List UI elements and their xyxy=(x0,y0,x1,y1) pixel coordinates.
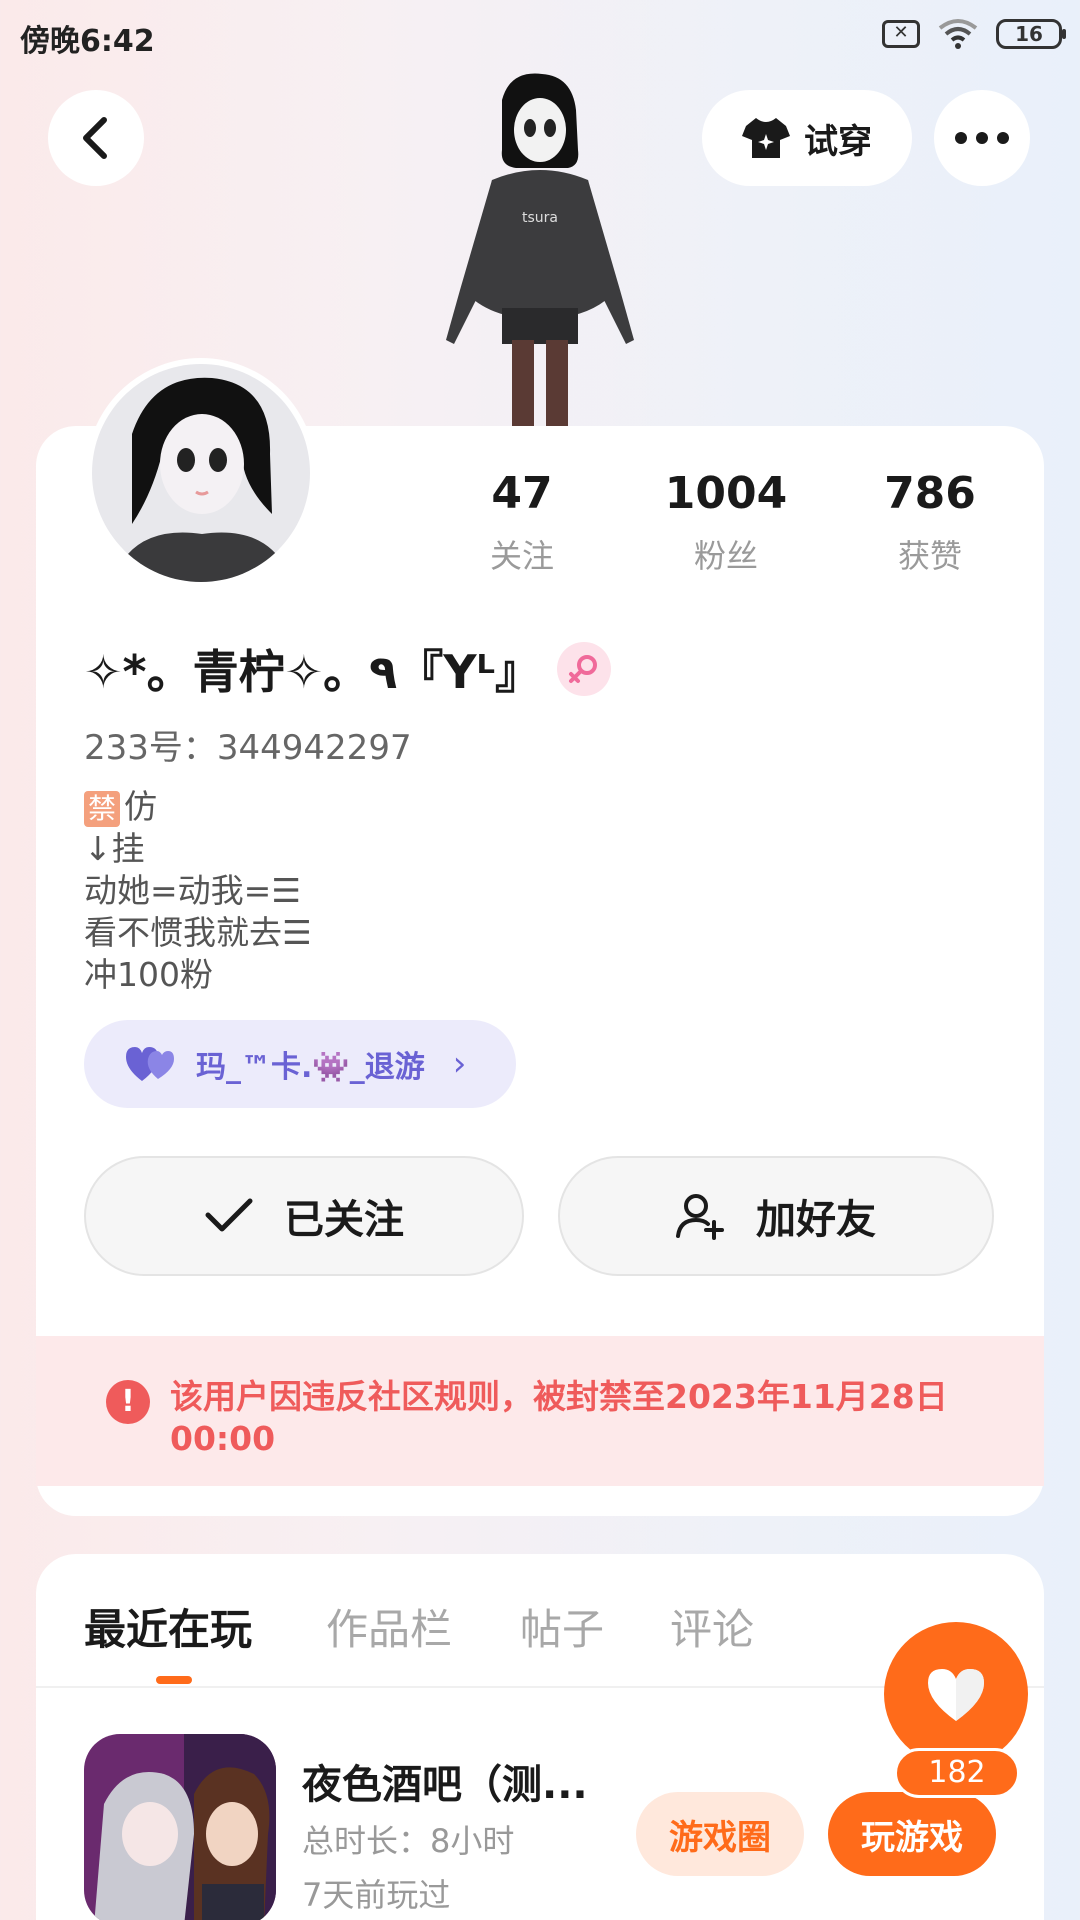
nickname-row: ✧*。青柠✧。٩『Yᴸ』 xyxy=(84,636,612,702)
alert-icon: ! xyxy=(106,1380,150,1424)
likes-label: 获赞 xyxy=(897,537,962,575)
bio-line-3: 动她=动我=☰ xyxy=(84,871,301,910)
checkmark-icon xyxy=(205,1198,253,1232)
like-button[interactable] xyxy=(884,1622,1028,1766)
ban-notice: ! 该用户因违反社区规则，被封禁至2023年11月28日 00:00 xyxy=(36,1336,1044,1486)
add-friend-label: 加好友 xyxy=(756,1197,876,1243)
battery-level: 16 xyxy=(1015,22,1043,46)
nickname: ✧*。青柠✧。٩『Yᴸ』 xyxy=(84,645,542,699)
cp-relation-chip[interactable]: 玛_™卡.👾_退游 › xyxy=(84,1020,516,1108)
game-circle-button[interactable]: 游戏圈 xyxy=(636,1792,804,1876)
female-gender-icon xyxy=(557,642,612,696)
bio-line-5: 冲100粉 xyxy=(84,955,213,994)
likes-count: 786 xyxy=(884,468,976,519)
add-user-icon xyxy=(676,1194,724,1240)
battery-icon: 16 xyxy=(996,19,1066,49)
no-sim-icon: ✕ xyxy=(882,20,920,48)
game-cover-image xyxy=(84,1734,276,1920)
bio-line-2: ↓挂 xyxy=(84,829,145,868)
tab-comments[interactable]: 评论 xyxy=(670,1596,754,1657)
bio-line-4: 看不惯我就去☰ xyxy=(84,913,312,952)
double-heart-icon xyxy=(126,1047,174,1081)
tab-recently-played[interactable]: 最近在玩 xyxy=(84,1596,252,1657)
tab-posts[interactable]: 帖子 xyxy=(520,1596,604,1657)
tab-works[interactable]: 作品栏 xyxy=(326,1596,452,1657)
following-label: 关注 xyxy=(489,537,554,575)
game-icon[interactable] xyxy=(84,1734,276,1920)
avatar-figure: tsura xyxy=(446,73,634,430)
ban-tag: 禁 xyxy=(84,791,121,827)
followers-label: 粉丝 xyxy=(693,537,758,575)
heart-icon xyxy=(928,1669,984,1721)
stat-likes[interactable]: 786 获赞 xyxy=(850,468,1010,577)
game-title[interactable]: 夜色酒吧（测... xyxy=(302,1752,588,1810)
try-on-label: 试穿 xyxy=(804,121,872,162)
like-count-badge: 182 xyxy=(894,1748,1020,1798)
wifi-icon xyxy=(938,19,978,49)
status-time: 傍晚6:42 xyxy=(20,24,155,59)
game-playtime: 总时长：8小时 xyxy=(302,1822,515,1860)
back-button[interactable] xyxy=(48,90,144,186)
followers-count: 1004 xyxy=(664,468,788,519)
avatar-image xyxy=(92,364,310,582)
status-bar: 傍晚6:42 ✕ 16 xyxy=(0,0,1080,72)
stat-following[interactable]: 47 关注 xyxy=(442,468,602,577)
chevron-left-icon xyxy=(83,117,107,159)
try-on-button[interactable]: 试穿 xyxy=(702,90,912,186)
bio: 禁仿 ↓挂 动她=动我=☰ 看不惯我就去☰ 冲100粉 xyxy=(84,786,312,996)
svg-text:tsura: tsura xyxy=(522,210,558,226)
game-last-played: 7天前玩过 xyxy=(302,1876,451,1914)
stat-followers[interactable]: 1004 粉丝 xyxy=(646,468,806,577)
more-dots-icon xyxy=(955,132,1009,144)
user-id: 233号：344942297 xyxy=(84,728,412,768)
more-button[interactable] xyxy=(934,90,1030,186)
following-count: 47 xyxy=(491,468,553,519)
tshirt-icon xyxy=(742,118,790,158)
avatar[interactable] xyxy=(86,358,316,588)
followed-label: 已关注 xyxy=(284,1197,404,1243)
cp-partner-name: 玛_™卡.👾_退游 xyxy=(196,1050,425,1085)
add-friend-button[interactable]: 加好友 xyxy=(558,1156,994,1276)
play-game-button[interactable]: 玩游戏 xyxy=(828,1792,996,1876)
ban-notice-text: 该用户因违反社区规则，被封禁至2023年11月28日 00:00 xyxy=(170,1377,948,1458)
followed-button[interactable]: 已关注 xyxy=(84,1156,524,1276)
active-tab-indicator xyxy=(156,1676,192,1684)
status-icons: ✕ 16 xyxy=(882,18,1066,50)
chevron-right-icon: › xyxy=(452,1044,467,1084)
bio-line-1: 禁仿 xyxy=(84,786,312,828)
